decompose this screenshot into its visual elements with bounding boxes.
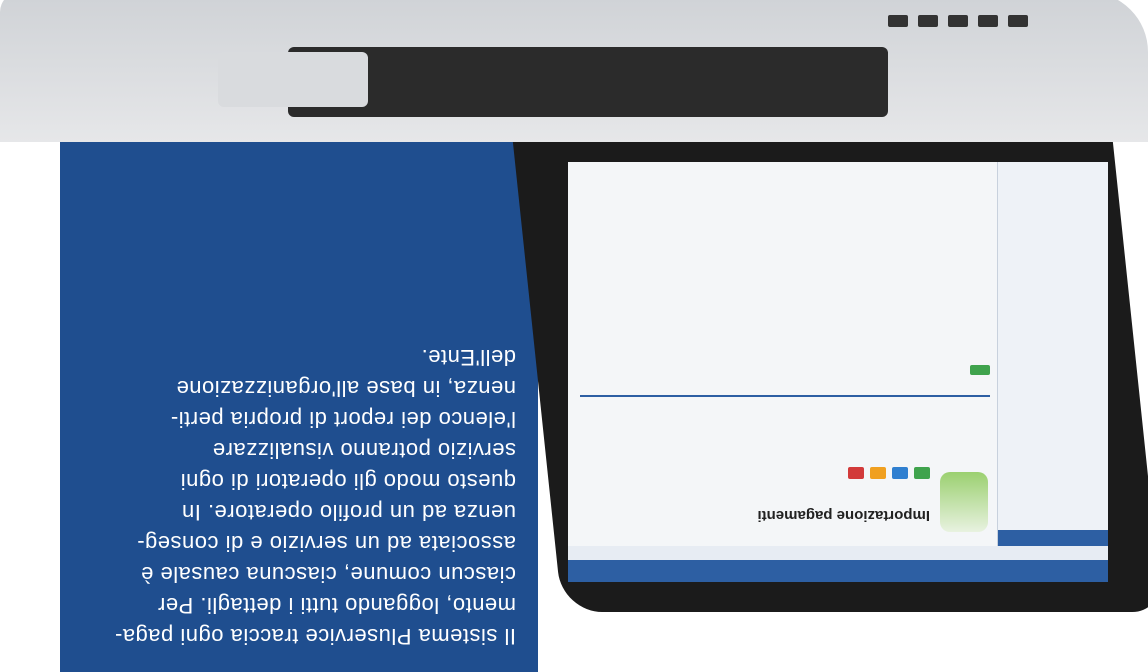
port-icon [978,15,998,27]
page-title: Importazione pagamenti [757,507,930,524]
sidebar-item[interactable] [998,512,1108,518]
port-icon [1008,15,1028,27]
payments-logo-icon [940,472,988,532]
brochure-line: servizio potranno visualizzare [212,438,516,463]
laptop-screen: Importazione pagamenti [568,162,1108,582]
laptop-illustration: Importazione pagamenti [0,0,1148,612]
action-button-green[interactable] [914,467,930,479]
app-topbar [568,560,1108,582]
brochure-page: Il sistema Pluservice traccia ogni paga-… [0,0,1148,672]
sidebar-item[interactable] [998,488,1108,494]
brochure-line: questo modo gli operatori di ogni [180,469,516,494]
brochure-line: nenza, in base all'organizzazione [176,376,516,401]
sidebar-item[interactable] [998,506,1108,512]
brochure-line: ciascun comune, ciascuna causale è [140,562,516,587]
sidebar-item[interactable] [998,494,1108,500]
sidebar-item[interactable] [998,524,1108,530]
action-button-orange[interactable] [870,467,886,479]
port-icon [918,15,938,27]
port-icon [888,15,908,27]
action-buttons [580,467,930,479]
brochure-line: dell'Ente. [421,345,516,370]
laptop-ports [888,15,1028,27]
divider [580,395,990,397]
brochure-line: associata ad un servizio e di conseg- [136,531,516,556]
laptop-trackpad [218,52,368,107]
app-menubar [568,546,1108,560]
sidebar-item[interactable] [998,518,1108,524]
search-button[interactable] [970,365,990,375]
app-sidebar [997,162,1108,546]
sidebar-item[interactable] [998,500,1108,506]
brochure-line: mento, loggando tutti i dettagli. Per [157,593,517,618]
brochure-line: l'elenco dei report di propria perti- [170,407,516,432]
action-button-blue[interactable] [892,467,908,479]
sidebar-header [998,530,1108,546]
brochure-line: Il sistema Pluservice traccia ogni paga- [114,624,517,649]
laptop-keyboard [288,47,888,117]
brochure-paragraph: Il sistema Pluservice traccia ogni paga-… [76,342,517,652]
app-content: Importazione pagamenti [580,176,990,536]
action-button-red[interactable] [848,467,864,479]
brochure-line: uenza ad un profilo operatore. In [181,500,516,525]
sidebar-item[interactable] [998,482,1108,488]
port-icon [948,15,968,27]
